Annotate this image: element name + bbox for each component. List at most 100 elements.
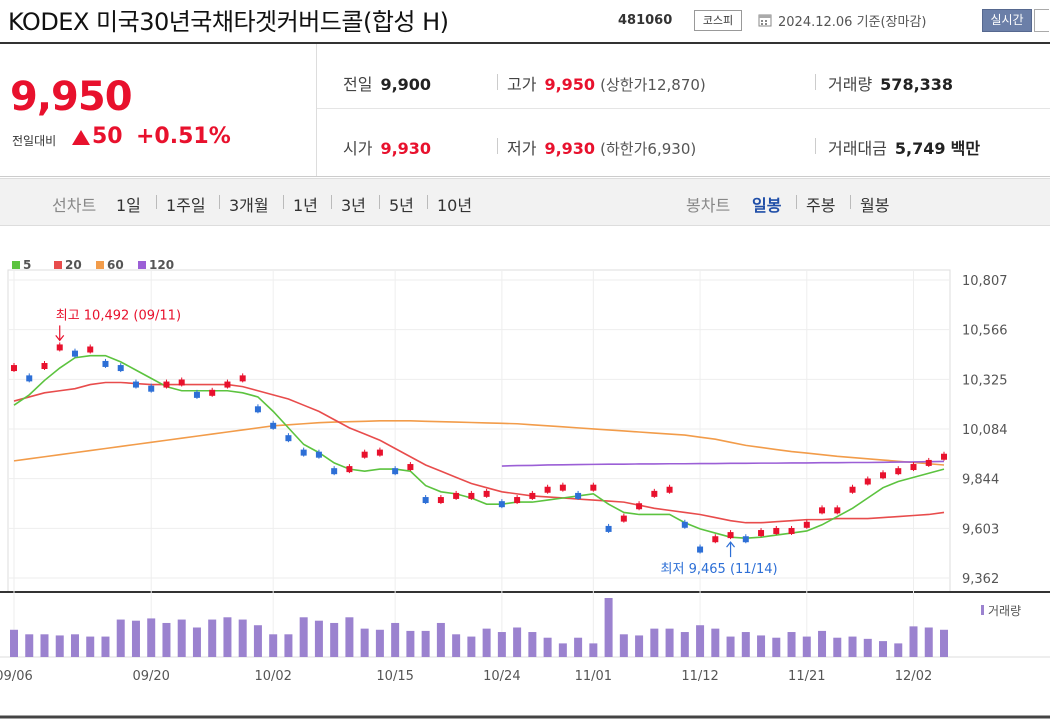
candle-body: [941, 453, 947, 460]
volume-bar: [726, 636, 735, 657]
volume-bar: [863, 638, 872, 657]
stock-code: 481060: [618, 13, 673, 28]
candle-body: [559, 484, 566, 491]
candle-body: [605, 525, 612, 532]
volume-bar: [360, 628, 369, 657]
high-annotation: 최고 10,492 (09/11): [56, 308, 181, 323]
candle-body: [26, 375, 33, 382]
candle-body: [315, 451, 322, 458]
x-tick-label: 10/24: [483, 669, 520, 684]
y-tick-label: 10,566: [962, 324, 1008, 339]
price-chart[interactable]: 5 20 60 120 10,807 10,566 10,325 10,084 9,844 9,6…: [0, 240, 1050, 723]
period-1y[interactable]: 1년: [293, 192, 318, 216]
candle-body: [11, 365, 17, 372]
volume-value: 578,338: [880, 75, 954, 94]
candle-body: [117, 365, 124, 372]
volume-bar: [818, 630, 827, 657]
candle-body: [224, 381, 231, 388]
volume-bar: [192, 627, 201, 657]
candle-body: [56, 344, 63, 351]
realtime-button[interactable]: 실시간: [982, 9, 1032, 32]
y-tick-label: 10,807: [962, 274, 1008, 289]
low-cell: 저가 9,930 (하한가6,930): [507, 135, 696, 159]
candle-monthly[interactable]: 월봉: [860, 192, 889, 216]
candle-daily[interactable]: 일봉: [752, 192, 781, 216]
high-label: 고가: [507, 75, 537, 94]
candle-body: [331, 468, 338, 475]
candle-weekly[interactable]: 주봉: [806, 192, 835, 216]
volume-bar: [543, 637, 552, 657]
candle-body: [102, 360, 109, 367]
period-10y[interactable]: 10년: [437, 192, 472, 216]
legend-swatch: [138, 261, 146, 269]
candle-body: [300, 449, 307, 456]
period-3m[interactable]: 3개월: [229, 192, 269, 216]
candle-body: [651, 490, 658, 497]
up-arrow-icon: [72, 130, 90, 145]
divider: [156, 195, 157, 209]
x-tick-label: 10/02: [254, 669, 291, 684]
candle-body: [270, 422, 277, 429]
volume-label: 거래량: [828, 75, 873, 94]
candle-body: [468, 492, 475, 499]
candle-body: [773, 527, 780, 534]
legend-swatch: [96, 261, 104, 269]
prev-close-value: 9,900: [380, 75, 432, 94]
volume-legend-label: 거래량: [988, 604, 1021, 618]
period-5y[interactable]: 5년: [389, 192, 414, 216]
volume-legend-swatch: [981, 605, 984, 615]
y-tick-label: 10,084: [962, 423, 1008, 438]
high-cell: 고가 9,950 (상한가12,870): [507, 71, 706, 95]
candle-body: [803, 521, 810, 528]
volume-bar: [802, 636, 811, 657]
legend-label: 20: [65, 258, 82, 272]
candle-body: [148, 385, 155, 392]
next-button[interactable]: [1034, 9, 1049, 32]
volume-bar: [116, 619, 125, 657]
ma120-line: [501, 460, 945, 467]
volume-bar: [86, 636, 95, 657]
open-cell: 시가 9,930: [343, 135, 431, 159]
x-tick-label: 11/12: [681, 669, 718, 684]
candle-body: [87, 346, 94, 353]
volume-bar: [589, 643, 598, 657]
current-price: 9,950: [10, 74, 133, 120]
amount-cell: 거래대금 5,749 백만: [828, 135, 980, 159]
candle-body: [575, 492, 582, 499]
x-tick-label: 12/02: [895, 669, 932, 684]
high-value: 9,950: [544, 75, 596, 94]
candle-body: [620, 515, 627, 522]
open-label: 시가: [343, 139, 373, 158]
divider: [796, 195, 797, 209]
ma60-line: [13, 420, 945, 466]
volume-bar: [345, 617, 354, 657]
volume-bar: [635, 635, 644, 657]
volume-bar: [741, 632, 750, 657]
divider: [497, 74, 498, 90]
amount-unit: 백만: [950, 139, 981, 158]
candle-body: [880, 472, 887, 479]
x-tick-label: 09/06: [0, 669, 33, 684]
period-1d[interactable]: 1일: [116, 192, 141, 216]
volume-bar: [55, 635, 64, 657]
row-divider: [317, 108, 1050, 109]
line-chart-label: 선차트: [52, 196, 97, 215]
volume-bar: [787, 632, 796, 657]
volume-bar: [528, 632, 537, 657]
candle-body: [376, 449, 383, 456]
candle-body: [864, 478, 871, 485]
change-label: 전일대비: [12, 134, 57, 148]
candle-body: [849, 486, 856, 493]
divider: [283, 195, 284, 209]
volume-bar: [162, 622, 171, 657]
volume-bar: [391, 622, 400, 657]
period-3y[interactable]: 3년: [341, 192, 366, 216]
candle-body: [163, 381, 170, 388]
volume-bar: [894, 643, 903, 657]
y-tick-label: 9,844: [962, 473, 999, 488]
y-tick-label: 9,362: [962, 572, 999, 587]
x-tick-label: 11/21: [788, 669, 825, 684]
volume-bar: [513, 627, 522, 657]
period-1w[interactable]: 1주일: [166, 192, 206, 216]
legend-label: 120: [149, 258, 174, 272]
